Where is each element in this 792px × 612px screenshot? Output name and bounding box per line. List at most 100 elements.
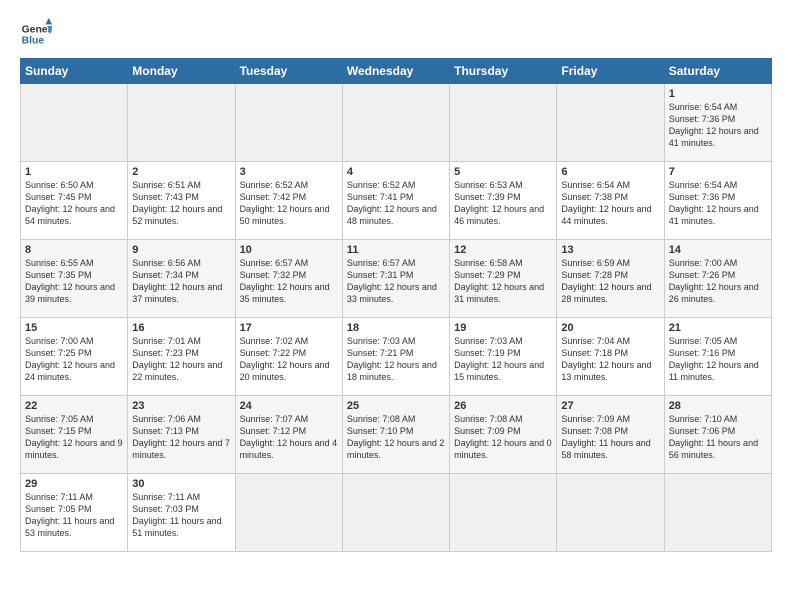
cell-content: Sunrise: 6:56 AMSunset: 7:34 PMDaylight:…: [132, 258, 222, 304]
cell-content: Sunrise: 7:08 AMSunset: 7:09 PMDaylight:…: [454, 414, 552, 460]
calendar-cell: 15Sunrise: 7:00 AMSunset: 7:25 PMDayligh…: [21, 318, 128, 396]
cell-content: Sunrise: 6:53 AMSunset: 7:39 PMDaylight:…: [454, 180, 544, 226]
day-number: 23: [132, 400, 230, 412]
calendar-cell: 1 Sunrise: 6:54 AMSunset: 7:36 PMDaylight…: [664, 84, 771, 162]
day-number: 1: [25, 166, 123, 178]
cell-content: Sunrise: 7:05 AMSunset: 7:15 PMDaylight:…: [25, 414, 123, 460]
calendar-header-row: SundayMondayTuesdayWednesdayThursdayFrid…: [21, 59, 772, 84]
calendar-cell: 4Sunrise: 6:52 AMSunset: 7:41 PMDaylight…: [342, 162, 449, 240]
cell-content: Sunrise: 6:50 AMSunset: 7:45 PMDaylight:…: [25, 180, 115, 226]
cell-content: Sunrise: 6:54 AMSunset: 7:38 PMDaylight:…: [561, 180, 651, 226]
cell-content: Sunrise: 7:06 AMSunset: 7:13 PMDaylight:…: [132, 414, 230, 460]
calendar-cell: 25Sunrise: 7:08 AMSunset: 7:10 PMDayligh…: [342, 396, 449, 474]
calendar-cell: 19 Sunrise: 7:03 AMSunset: 7:19 PMDayligh…: [450, 318, 557, 396]
calendar-cell: 23 Sunrise: 7:06 AMSunset: 7:13 PMDayligh…: [128, 396, 235, 474]
cell-content: Sunrise: 7:00 AMSunset: 7:26 PMDaylight:…: [669, 258, 759, 304]
day-number: 6: [561, 166, 659, 178]
day-number: 9: [132, 244, 230, 256]
calendar-cell: [342, 474, 449, 552]
calendar-cell: 13Sunrise: 6:59 AMSunset: 7:28 PMDayligh…: [557, 240, 664, 318]
calendar-cell: [235, 84, 342, 162]
day-number: 1: [669, 88, 767, 100]
page: General Blue SundayMondayTuesdayWednesda…: [0, 0, 792, 562]
day-number: 13: [561, 244, 659, 256]
svg-text:Blue: Blue: [22, 36, 45, 47]
calendar-cell: 22 Sunrise: 7:05 AMSunset: 7:15 PMDayligh…: [21, 396, 128, 474]
header: General Blue: [20, 18, 772, 50]
week-row-2: 1 Sunrise: 6:50 AMSunset: 7:45 PMDaylight…: [21, 162, 772, 240]
day-number: 19: [454, 322, 552, 334]
calendar-cell: [450, 474, 557, 552]
calendar-cell: [128, 84, 235, 162]
calendar-cell: [450, 84, 557, 162]
calendar-cell: [557, 84, 664, 162]
logo-icon: General Blue: [20, 18, 52, 50]
cell-content: Sunrise: 7:00 AMSunset: 7:25 PMDaylight:…: [25, 336, 115, 382]
cell-content: Sunrise: 7:01 AMSunset: 7:23 PMDaylight:…: [132, 336, 222, 382]
day-number: 25: [347, 400, 445, 412]
cell-content: Sunrise: 6:57 AMSunset: 7:32 PMDaylight:…: [240, 258, 330, 304]
day-number: 26: [454, 400, 552, 412]
week-row-4: 15Sunrise: 7:00 AMSunset: 7:25 PMDayligh…: [21, 318, 772, 396]
calendar-body: 1 Sunrise: 6:54 AMSunset: 7:36 PMDaylight…: [21, 84, 772, 552]
cell-content: Sunrise: 6:57 AMSunset: 7:31 PMDaylight:…: [347, 258, 437, 304]
day-number: 10: [240, 244, 338, 256]
day-number: 29: [25, 478, 123, 490]
calendar-cell: [342, 84, 449, 162]
calendar-cell: [21, 84, 128, 162]
calendar-cell: 29Sunrise: 7:11 AMSunset: 7:05 PMDayligh…: [21, 474, 128, 552]
cell-content: Sunrise: 6:51 AMSunset: 7:43 PMDaylight:…: [132, 180, 222, 226]
calendar-cell: 21 Sunrise: 7:05 AMSunset: 7:16 PMDayligh…: [664, 318, 771, 396]
calendar-cell: 18 Sunrise: 7:03 AMSunset: 7:21 PMDayligh…: [342, 318, 449, 396]
calendar-table: SundayMondayTuesdayWednesdayThursdayFrid…: [20, 58, 772, 552]
calendar-cell: 8Sunrise: 6:55 AMSunset: 7:35 PMDaylight…: [21, 240, 128, 318]
calendar-cell: 17Sunrise: 7:02 AMSunset: 7:22 PMDayligh…: [235, 318, 342, 396]
cell-content: Sunrise: 7:05 AMSunset: 7:16 PMDaylight:…: [669, 336, 759, 382]
day-number: 18: [347, 322, 445, 334]
calendar-cell: 6 Sunrise: 6:54 AMSunset: 7:38 PMDaylight…: [557, 162, 664, 240]
week-row-3: 8Sunrise: 6:55 AMSunset: 7:35 PMDaylight…: [21, 240, 772, 318]
day-header-thursday: Thursday: [450, 59, 557, 84]
calendar-cell: 10 Sunrise: 6:57 AMSunset: 7:32 PMDayligh…: [235, 240, 342, 318]
cell-content: Sunrise: 6:54 AMSunset: 7:36 PMDaylight:…: [669, 102, 759, 148]
cell-content: Sunrise: 6:52 AMSunset: 7:42 PMDaylight:…: [240, 180, 330, 226]
day-number: 7: [669, 166, 767, 178]
logo: General Blue: [20, 18, 52, 50]
calendar-cell: 11Sunrise: 6:57 AMSunset: 7:31 PMDayligh…: [342, 240, 449, 318]
cell-content: Sunrise: 7:10 AMSunset: 7:06 PMDaylight:…: [669, 414, 758, 460]
week-row-5: 22 Sunrise: 7:05 AMSunset: 7:15 PMDayligh…: [21, 396, 772, 474]
cell-content: Sunrise: 7:11 AMSunset: 7:03 PMDaylight:…: [132, 492, 221, 538]
day-number: 27: [561, 400, 659, 412]
calendar-cell: 12 Sunrise: 6:58 AMSunset: 7:29 PMDayligh…: [450, 240, 557, 318]
cell-content: Sunrise: 6:52 AMSunset: 7:41 PMDaylight:…: [347, 180, 437, 226]
day-header-sunday: Sunday: [21, 59, 128, 84]
day-number: 20: [561, 322, 659, 334]
calendar-cell: 30 Sunrise: 7:11 AMSunset: 7:03 PMDayligh…: [128, 474, 235, 552]
calendar-cell: [557, 474, 664, 552]
cell-content: Sunrise: 6:58 AMSunset: 7:29 PMDaylight:…: [454, 258, 544, 304]
cell-content: Sunrise: 7:02 AMSunset: 7:22 PMDaylight:…: [240, 336, 330, 382]
cell-content: Sunrise: 7:03 AMSunset: 7:19 PMDaylight:…: [454, 336, 544, 382]
day-header-friday: Friday: [557, 59, 664, 84]
day-header-monday: Monday: [128, 59, 235, 84]
calendar-cell: 7Sunrise: 6:54 AMSunset: 7:36 PMDaylight…: [664, 162, 771, 240]
calendar-cell: 28 Sunrise: 7:10 AMSunset: 7:06 PMDayligh…: [664, 396, 771, 474]
week-row-1: 1 Sunrise: 6:54 AMSunset: 7:36 PMDaylight…: [21, 84, 772, 162]
day-number: 12: [454, 244, 552, 256]
day-number: 22: [25, 400, 123, 412]
cell-content: Sunrise: 7:03 AMSunset: 7:21 PMDaylight:…: [347, 336, 437, 382]
day-number: 30: [132, 478, 230, 490]
day-number: 21: [669, 322, 767, 334]
cell-content: Sunrise: 7:09 AMSunset: 7:08 PMDaylight:…: [561, 414, 650, 460]
calendar-cell: 27 Sunrise: 7:09 AMSunset: 7:08 PMDayligh…: [557, 396, 664, 474]
day-number: 28: [669, 400, 767, 412]
day-number: 24: [240, 400, 338, 412]
calendar-cell: 1 Sunrise: 6:50 AMSunset: 7:45 PMDaylight…: [21, 162, 128, 240]
cell-content: Sunrise: 7:04 AMSunset: 7:18 PMDaylight:…: [561, 336, 651, 382]
calendar-cell: 14Sunrise: 7:00 AMSunset: 7:26 PMDayligh…: [664, 240, 771, 318]
calendar-cell: [235, 474, 342, 552]
calendar-cell: 20 Sunrise: 7:04 AMSunset: 7:18 PMDayligh…: [557, 318, 664, 396]
day-number: 5: [454, 166, 552, 178]
week-row-6: 29Sunrise: 7:11 AMSunset: 7:05 PMDayligh…: [21, 474, 772, 552]
calendar-cell: 2Sunrise: 6:51 AMSunset: 7:43 PMDaylight…: [128, 162, 235, 240]
